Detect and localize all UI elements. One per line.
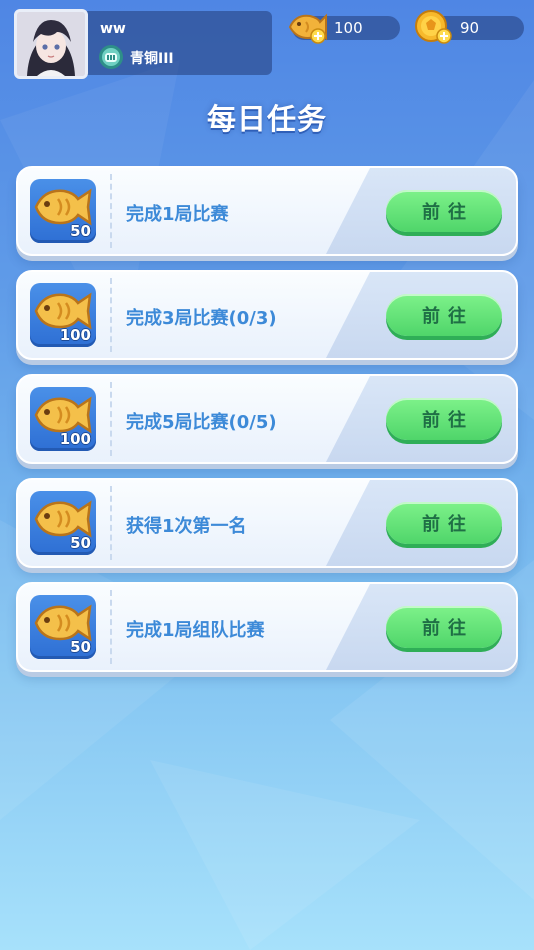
fish-coin-plus-icon[interactable] [286,8,328,46]
reward-amount: 50 [70,222,91,240]
go-button[interactable]: 前往 [386,606,502,648]
reward-amount: 100 [59,326,91,344]
task-card: 50 获得1次第一名 前往 [16,478,518,568]
task-card: 100 完成5局比赛(0/5) 前往 [16,374,518,464]
rank-label: 青铜III [130,51,174,67]
go-button[interactable]: 前往 [386,502,502,544]
reward-amount: 100 [59,430,91,448]
rank-badge-icon [99,45,123,69]
reward-amount: 50 [70,638,91,656]
fish-currency-counter[interactable]: 100 [288,13,400,44]
reward-badge: 50 [30,179,96,243]
avatar[interactable] [14,9,88,79]
go-button[interactable]: 前往 [386,398,502,440]
reward-badge: 100 [30,387,96,451]
reward-badge: 50 [30,595,96,659]
reward-amount: 50 [70,534,91,552]
task-label: 获得1次第一名 [126,516,247,537]
card-divider [110,486,112,560]
task-card: 100 完成3局比赛(0/3) 前往 [16,270,518,360]
username: ww [100,21,126,37]
reward-badge: 100 [30,283,96,347]
gold-coin-plus-icon[interactable] [412,8,454,46]
fish-currency-value: 100 [334,19,363,37]
page-title: 每日任务 [206,102,327,136]
task-label: 完成5局比赛(0/5) [126,412,277,433]
card-divider [110,278,112,352]
card-divider [110,590,112,664]
daily-task-list: 50 完成1局比赛 前往 100 完成3局比赛(0/3) 前往 100 完成5局… [16,166,518,686]
gold-coin-counter[interactable]: 90 [415,10,524,44]
card-divider [110,382,112,456]
card-divider [110,174,112,248]
task-card: 50 完成1局比赛 前往 [16,166,518,256]
gold-coin-value: 90 [460,19,480,37]
task-label: 完成3局比赛(0/3) [126,308,277,329]
task-card: 50 完成1局组队比赛 前往 [16,582,518,672]
go-button[interactable]: 前往 [386,294,502,336]
go-button[interactable]: 前往 [386,190,502,232]
player-profile[interactable]: ww 青铜III [12,9,272,79]
task-label: 完成1局组队比赛 [126,620,265,641]
task-label: 完成1局比赛 [126,204,229,225]
reward-badge: 50 [30,491,96,555]
